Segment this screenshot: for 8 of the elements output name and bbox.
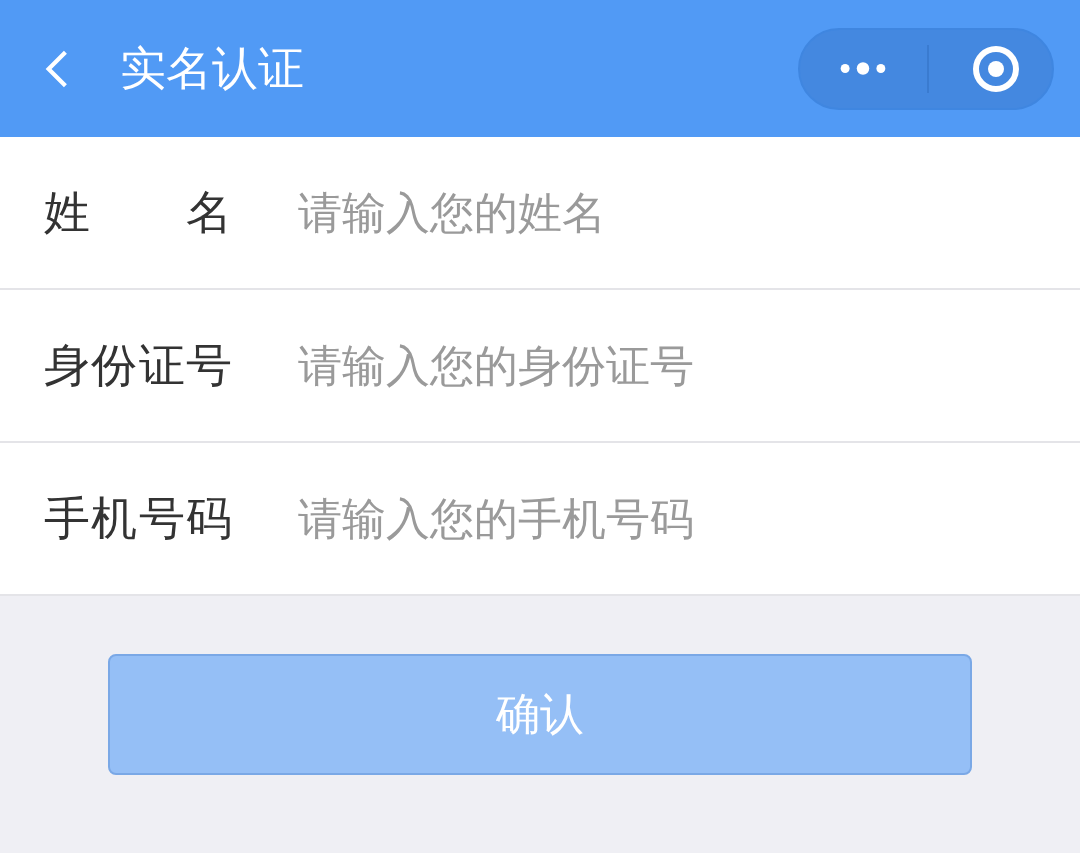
- field-label: 姓名: [44, 183, 232, 241]
- field-label: 手机号码: [44, 489, 232, 547]
- field-label: 身份证号: [44, 336, 232, 394]
- input-field[interactable]: 请输入您的手机号码: [298, 493, 1080, 544]
- page-title: 实名认证: [120, 39, 305, 97]
- more-icon[interactable]: [838, 61, 888, 76]
- input-field[interactable]: 请输入您的身份证号: [298, 340, 1080, 391]
- input-field[interactable]: 请输入您的姓名: [298, 187, 1080, 238]
